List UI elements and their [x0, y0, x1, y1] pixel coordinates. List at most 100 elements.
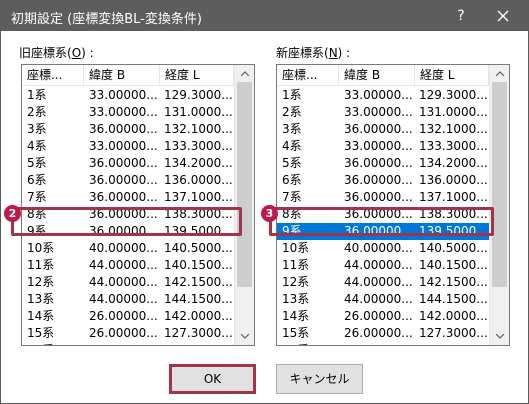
cell-latitude: 40.00000...	[344, 241, 413, 255]
cell-latitude: 33.00000...	[344, 139, 413, 153]
cell-longitude: 140.1500...	[164, 258, 233, 272]
list-item[interactable]: 6系 36.00000... 136.0000...	[277, 172, 489, 189]
scroll-thumb[interactable]	[492, 82, 507, 287]
window-title: 初期設定 (座標変換BL-変換条件)	[11, 12, 202, 27]
cell-longitude: 139.5000...	[419, 224, 488, 238]
list-item[interactable]: 11系 44.00000... 140.1500...	[277, 257, 489, 274]
cell-latitude: 40.00000...	[89, 241, 158, 255]
scroll-up-arrow[interactable]	[235, 65, 254, 82]
cell-latitude: 36.00000...	[89, 122, 158, 136]
cell-latitude: 44.00000...	[89, 292, 158, 306]
cell-name: 12系	[282, 275, 310, 289]
cell-name: 2系	[27, 105, 47, 119]
new-system-listbox[interactable]: 座標... 緯度 B 経度 L 1系 33.00000... 129.3000...…	[276, 64, 510, 346]
cell-name: 15系	[27, 326, 55, 340]
column-header-latitude[interactable]: 緯度 B	[84, 65, 160, 86]
close-button[interactable]	[489, 5, 517, 27]
cell-name: 8系	[27, 207, 47, 221]
cell-name: 10系	[27, 241, 55, 255]
cell-latitude: 36.00000...	[89, 190, 158, 204]
scroll-down-arrow[interactable]	[235, 328, 254, 345]
cell-longitude: 140.5000...	[164, 241, 233, 255]
list-item[interactable]: 5系 36.00000... 134.2000...	[277, 155, 489, 172]
list-item[interactable]: 4系 33.00000... 133.3000...	[22, 138, 234, 155]
old-system-listbox[interactable]: 座標... 緯度 B 経度 L 1系 33.00000... 129.3000...…	[21, 64, 255, 346]
list-item[interactable]: 3系 36.00000... 132.1000...	[22, 121, 234, 138]
cell-name: 7系	[27, 190, 47, 204]
help-button[interactable]: ?	[447, 5, 475, 27]
list-header: 座標... 緯度 B 経度 L	[277, 65, 489, 86]
cell-latitude: 26.00000...	[344, 309, 413, 323]
cell-name: 13系	[27, 292, 55, 306]
vertical-scrollbar[interactable]	[234, 65, 254, 345]
cell-longitude: 138.3000...	[419, 207, 488, 221]
list-item[interactable]: 10系 40.00000... 140.5000...	[277, 240, 489, 257]
list-item[interactable]: 14系 26.00000... 142.0000...	[277, 308, 489, 325]
list-item[interactable]: 1系 33.00000... 129.3000...	[22, 87, 234, 104]
chevron-up-icon	[240, 71, 249, 76]
cell-latitude: 36.00000...	[89, 173, 158, 187]
column-header-longitude[interactable]: 経度 L	[415, 65, 489, 86]
list-item[interactable]: 11系 44.00000... 140.1500...	[22, 257, 234, 274]
list-item[interactable]: 16系 26.00000... 124.0000...	[277, 342, 489, 345]
cell-longitude: 142.0000...	[419, 309, 488, 323]
cell-longitude: 127.3000...	[419, 326, 488, 340]
column-header-latitude[interactable]: 緯度 B	[339, 65, 415, 86]
list-item[interactable]: 8系 36.00000... 138.3000...	[277, 206, 489, 223]
cell-longitude: 124.0000...	[164, 342, 234, 345]
cell-longitude: 138.3000...	[164, 207, 233, 221]
list-item[interactable]: 2系 33.00000... 131.0000...	[22, 104, 234, 121]
list-item[interactable]: 16系 26.00000... 124.0000...	[22, 342, 234, 345]
cell-longitude: 142.1500...	[164, 275, 233, 289]
cell-name: 5系	[282, 156, 302, 170]
list-item[interactable]: 10系 40.00000... 140.5000...	[22, 240, 234, 257]
column-header-name[interactable]: 座標...	[22, 65, 84, 86]
list-item[interactable]: 14系 26.00000... 142.0000...	[22, 308, 234, 325]
scroll-down-arrow[interactable]	[490, 328, 509, 345]
list-item[interactable]: 6系 36.00000... 136.0000...	[22, 172, 234, 189]
list-item[interactable]: 15系 26.00000... 127.3000...	[22, 325, 234, 342]
cell-longitude: 136.0000...	[419, 173, 488, 187]
list-item[interactable]: 4系 33.00000... 133.3000...	[277, 138, 489, 155]
list-item[interactable]: 5系 36.00000... 134.2000...	[22, 155, 234, 172]
vertical-scrollbar[interactable]	[489, 65, 509, 345]
list-item[interactable]: 1系 33.00000... 129.3000...	[277, 87, 489, 104]
old-label-suffix: ) :	[81, 46, 94, 60]
list-item[interactable]: 8系 36.00000... 138.3000...	[22, 206, 234, 223]
cell-latitude: 26.00000...	[89, 342, 159, 345]
cell-name: 4系	[282, 139, 302, 153]
cancel-button[interactable]: キャンセル	[276, 364, 363, 394]
list-item[interactable]: 2系 33.00000... 131.0000...	[277, 104, 489, 121]
callout-badge-3: 3	[261, 205, 278, 222]
cell-name: 6系	[27, 173, 47, 187]
cell-longitude: 142.0000...	[164, 309, 233, 323]
cell-longitude: 127.3000...	[164, 326, 233, 340]
cell-longitude: 131.0000...	[419, 105, 488, 119]
list-item[interactable]: 12系 44.00000... 142.1500...	[22, 274, 234, 291]
ok-button[interactable]: OK	[169, 364, 256, 394]
cell-latitude: 33.00000...	[89, 139, 158, 153]
column-header-name[interactable]: 座標...	[277, 65, 339, 86]
list-item[interactable]: 13系 44.00000... 144.1500...	[277, 291, 489, 308]
list-item[interactable]: 3系 36.00000... 132.1000...	[277, 121, 489, 138]
title-bar[interactable]: 初期設定 (座標変換BL-変換条件) ?	[1, 1, 528, 31]
scroll-up-arrow[interactable]	[490, 65, 509, 82]
new-label-suffix: ) :	[337, 46, 351, 60]
cell-name: 16系	[27, 342, 84, 345]
list-item[interactable]: 7系 36.00000... 137.1000...	[277, 189, 489, 206]
list-item[interactable]: 7系 36.00000... 137.1000...	[22, 189, 234, 206]
list-item[interactable]: 13系 44.00000... 144.1500...	[22, 291, 234, 308]
list-item[interactable]: 9系 36.00000... 139.5000...	[277, 223, 489, 240]
list-item[interactable]: 15系 26.00000... 127.3000...	[277, 325, 489, 342]
cell-latitude: 26.00000...	[344, 326, 413, 340]
list-item[interactable]: 9系 36.00000... 139.5000...	[22, 223, 234, 240]
cell-latitude: 44.00000...	[89, 258, 158, 272]
column-header-longitude[interactable]: 経度 L	[160, 65, 234, 86]
cell-latitude: 44.00000...	[89, 275, 158, 289]
cell-longitude: 137.1000...	[164, 190, 233, 204]
cell-latitude: 36.00000...	[344, 173, 413, 187]
cell-name: 2系	[282, 105, 302, 119]
new-label-prefix: 新座標系(	[276, 46, 329, 60]
list-item[interactable]: 12系 44.00000... 142.1500...	[277, 274, 489, 291]
scroll-thumb[interactable]	[237, 82, 252, 287]
